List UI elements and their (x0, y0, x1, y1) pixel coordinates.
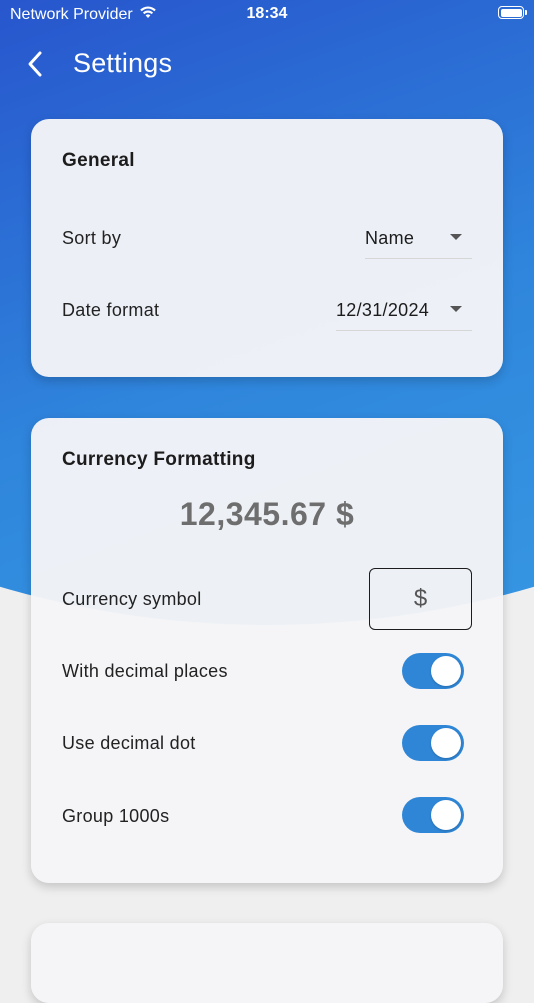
group-thousands-toggle[interactable] (402, 797, 464, 833)
decimal-dot-label: Use decimal dot (62, 733, 196, 753)
decimal-places-toggle[interactable] (402, 653, 464, 689)
chevron-left-icon (28, 51, 42, 77)
sort-by-dropdown[interactable]: Name (365, 218, 472, 259)
currency-symbol-label: Currency symbol (62, 589, 202, 609)
next-card (31, 923, 503, 1003)
group-thousands-label: Group 1000s (62, 806, 170, 826)
caret-down-icon (450, 234, 462, 240)
date-format-label: Date format (62, 300, 160, 320)
currency-preview: 12,345.67 $ (179, 496, 355, 532)
currency-symbol-value: $ (413, 585, 428, 612)
general-card: General Sort by Name Date format 12/31/2… (31, 119, 503, 377)
sort-by-value: Name (365, 227, 415, 248)
toggle-knob (431, 728, 461, 758)
sort-by-label: Sort by (62, 228, 122, 248)
status-bar: Network Provider 18:34 (0, 0, 534, 28)
currency-symbol-input[interactable]: $ (369, 568, 472, 630)
decimal-places-label: With decimal places (62, 661, 228, 681)
general-title: General (62, 150, 135, 171)
decimal-dot-toggle[interactable] (402, 725, 464, 761)
currency-card: Currency Formatting 12,345.67 $ Currency… (31, 418, 503, 883)
toggle-knob (431, 800, 461, 830)
date-format-dropdown[interactable]: 12/31/2024 (336, 290, 472, 331)
currency-title: Currency Formatting (62, 449, 256, 470)
date-format-value: 12/31/2024 (336, 299, 430, 320)
caret-down-icon (450, 306, 462, 312)
back-button[interactable] (18, 46, 54, 82)
app-bar: Settings (0, 38, 534, 88)
battery-icon (498, 6, 527, 19)
page-title: Settings (73, 48, 173, 78)
status-time: 18:34 (246, 5, 288, 22)
toggle-knob (431, 656, 461, 686)
